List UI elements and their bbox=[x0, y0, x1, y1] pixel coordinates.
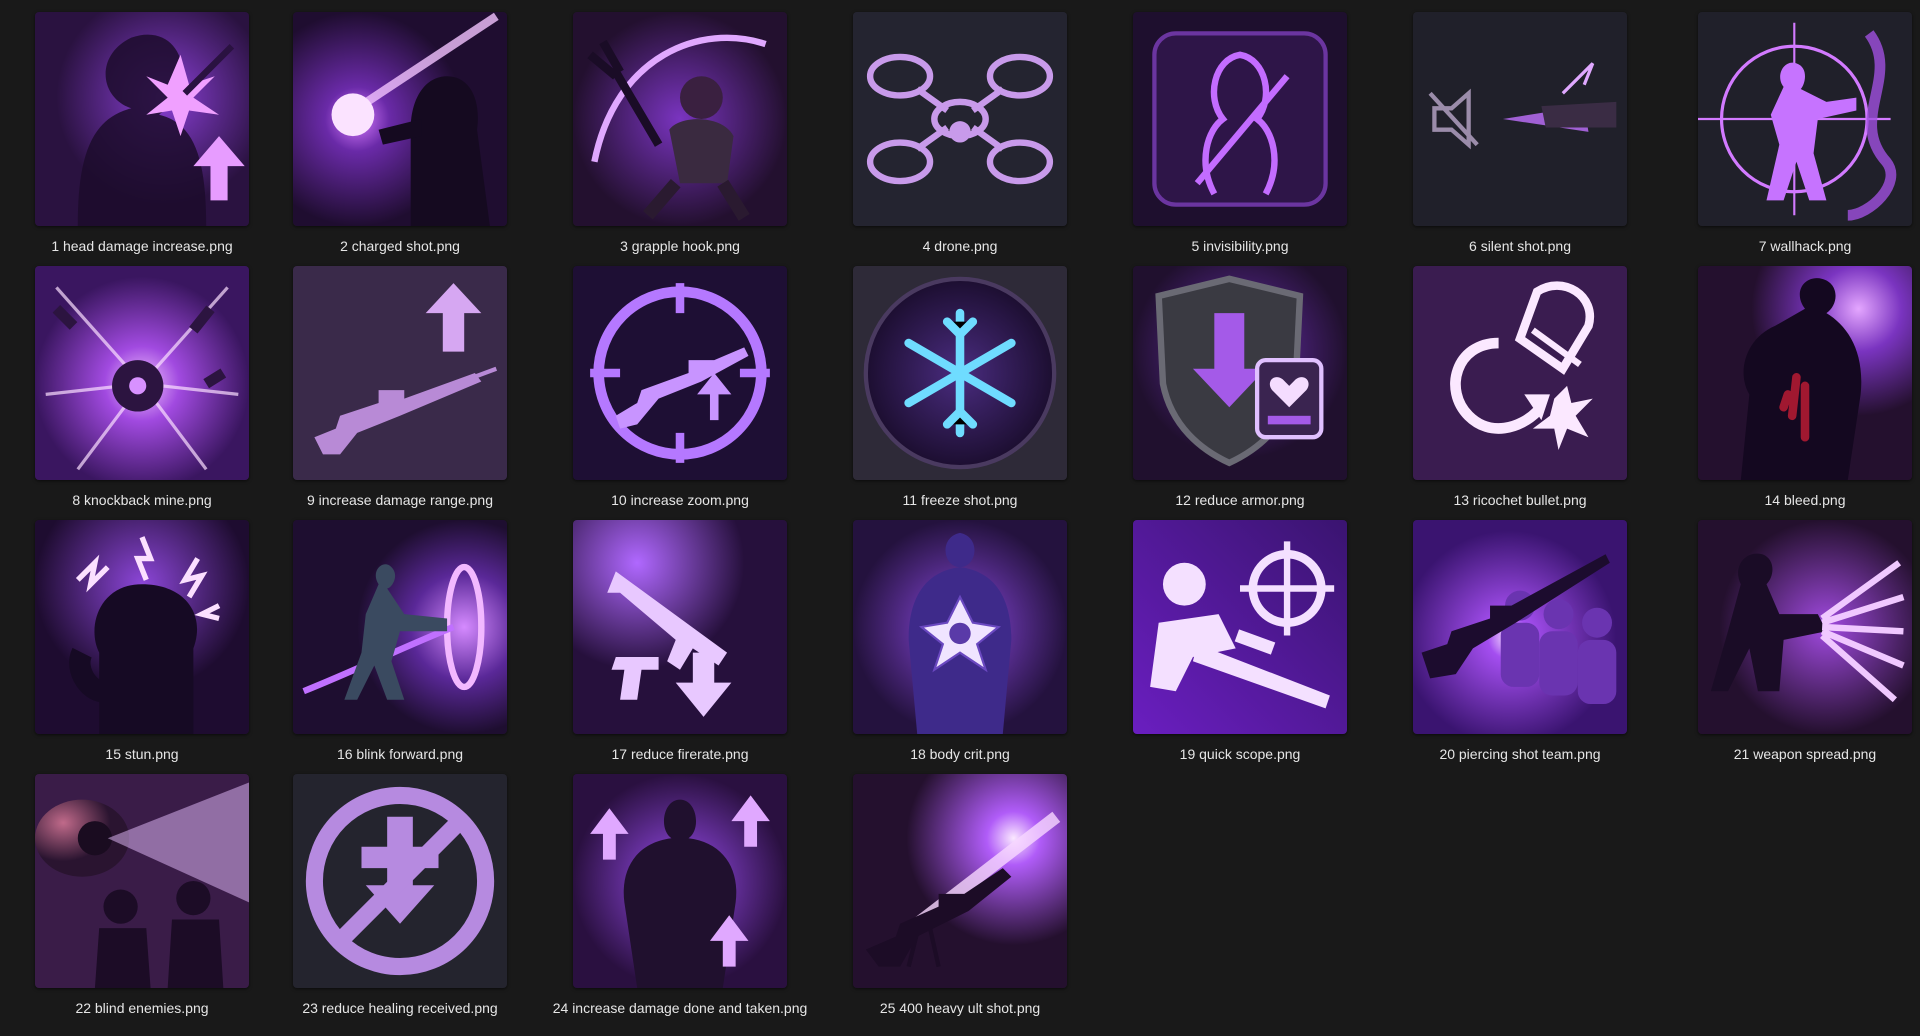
file-item[interactable]: 9 increase damage range.png bbox=[260, 258, 540, 512]
file-name: 6 silent shot.png bbox=[1469, 238, 1571, 254]
file-name: 25 400 heavy ult shot.png bbox=[879, 1000, 1041, 1016]
file-name: 12 reduce armor.png bbox=[1175, 492, 1305, 508]
file-item[interactable]: 11 freeze shot.png bbox=[820, 258, 1100, 512]
file-item[interactable]: 15 stun.png bbox=[2, 512, 282, 766]
file-item[interactable]: 6 silent shot.png bbox=[1380, 4, 1660, 258]
file-item[interactable]: 18 body crit.png bbox=[820, 512, 1100, 766]
file-grid: 1 head damage increase.png 2 charged sho… bbox=[0, 0, 1920, 1036]
head-damage-icon bbox=[35, 12, 249, 226]
file-name: 5 invisibility.png bbox=[1191, 238, 1289, 254]
file-item[interactable]: 13 ricochet bullet.png bbox=[1380, 258, 1660, 512]
body-crit-icon bbox=[853, 520, 1067, 734]
damage-range-icon bbox=[293, 266, 507, 480]
knockback-mine-icon bbox=[35, 266, 249, 480]
silent-shot-icon bbox=[1413, 12, 1627, 226]
file-name: 17 reduce firerate.png bbox=[611, 746, 749, 762]
file-name: 18 body crit.png bbox=[910, 746, 1010, 762]
blind-enemies-icon bbox=[35, 774, 249, 988]
file-name: 2 charged shot.png bbox=[340, 238, 460, 254]
drone-icon bbox=[853, 12, 1067, 226]
file-item[interactable]: 23 reduce healing received.png bbox=[260, 766, 540, 1020]
ricochet-bullet-icon bbox=[1413, 266, 1627, 480]
reduce-firerate-icon bbox=[573, 520, 787, 734]
file-name: 10 increase zoom.png bbox=[611, 492, 749, 508]
file-name: 3 grapple hook.png bbox=[620, 238, 740, 254]
freeze-shot-icon bbox=[853, 266, 1067, 480]
file-name: 11 freeze shot.png bbox=[902, 492, 1018, 508]
file-item[interactable]: 22 blind enemies.png bbox=[2, 766, 282, 1020]
file-item[interactable]: 3 grapple hook.png bbox=[540, 4, 820, 258]
file-item[interactable]: 19 quick scope.png bbox=[1100, 512, 1380, 766]
file-item[interactable]: 5 invisibility.png bbox=[1100, 4, 1380, 258]
blink-forward-icon bbox=[293, 520, 507, 734]
file-item[interactable]: 17 reduce firerate.png bbox=[540, 512, 820, 766]
file-name: 23 reduce healing received.png bbox=[302, 1000, 498, 1016]
file-item[interactable]: 25 400 heavy ult shot.png bbox=[820, 766, 1100, 1020]
file-name: 13 ricochet bullet.png bbox=[1453, 492, 1587, 508]
file-name: 21 weapon spread.png bbox=[1733, 746, 1877, 762]
charged-shot-icon bbox=[293, 12, 507, 226]
file-name: 20 piercing shot team.png bbox=[1439, 746, 1601, 762]
piercing-shot-icon bbox=[1413, 520, 1627, 734]
file-item[interactable]: 20 piercing shot team.png bbox=[1380, 512, 1660, 766]
file-item[interactable]: 8 knockback mine.png bbox=[2, 258, 282, 512]
quick-scope-icon bbox=[1133, 520, 1347, 734]
damage-done-taken-icon bbox=[573, 774, 787, 988]
file-item[interactable]: 4 drone.png bbox=[820, 4, 1100, 258]
file-name: 7 wallhack.png bbox=[1758, 238, 1852, 254]
file-name: 16 blink forward.png bbox=[336, 746, 464, 762]
file-item[interactable]: 7 wallhack.png bbox=[1665, 4, 1920, 258]
file-item[interactable]: 2 charged shot.png bbox=[260, 4, 540, 258]
file-name: 1 head damage increase.png bbox=[51, 238, 233, 254]
wallhack-icon bbox=[1698, 12, 1912, 226]
bleed-icon bbox=[1698, 266, 1912, 480]
zoom-icon bbox=[573, 266, 787, 480]
grapple-hook-icon bbox=[573, 12, 787, 226]
file-item[interactable]: 1 head damage increase.png bbox=[2, 4, 282, 258]
file-item[interactable]: 21 weapon spread.png bbox=[1665, 512, 1920, 766]
file-item[interactable]: 24 increase damage done and taken.png bbox=[540, 766, 820, 1020]
stun-icon bbox=[35, 520, 249, 734]
file-name: 14 bleed.png bbox=[1764, 492, 1846, 508]
file-name: 19 quick scope.png bbox=[1179, 746, 1301, 762]
file-item[interactable]: 12 reduce armor.png bbox=[1100, 258, 1380, 512]
file-name: 22 blind enemies.png bbox=[75, 1000, 209, 1016]
file-name: 4 drone.png bbox=[922, 238, 998, 254]
file-item[interactable]: 16 blink forward.png bbox=[260, 512, 540, 766]
file-name: 24 increase damage done and taken.png bbox=[552, 1000, 808, 1016]
file-name: 8 knockback mine.png bbox=[72, 492, 212, 508]
heavy-ult-shot-icon bbox=[853, 774, 1067, 988]
reduce-healing-icon bbox=[293, 774, 507, 988]
invisibility-icon bbox=[1133, 12, 1347, 226]
file-name: 15 stun.png bbox=[105, 746, 179, 762]
file-item[interactable]: 14 bleed.png bbox=[1665, 258, 1920, 512]
file-item[interactable]: 10 increase zoom.png bbox=[540, 258, 820, 512]
weapon-spread-icon bbox=[1698, 520, 1912, 734]
reduce-armor-icon bbox=[1133, 266, 1347, 480]
file-name: 9 increase damage range.png bbox=[306, 492, 494, 508]
